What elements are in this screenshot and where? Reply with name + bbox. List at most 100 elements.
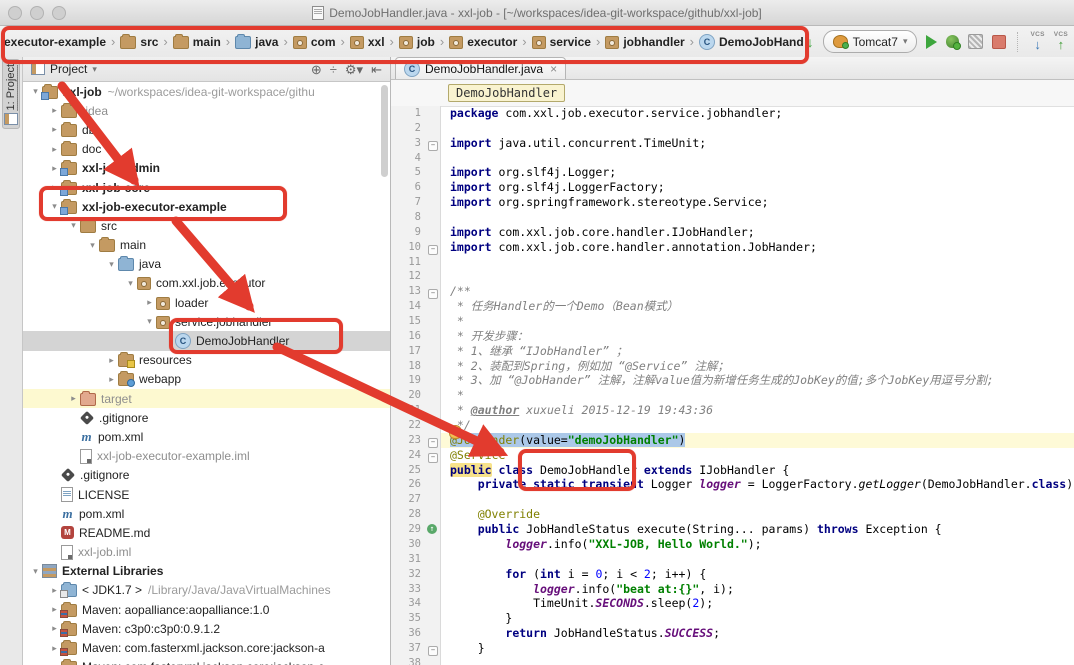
overriding-method-icon[interactable]: ↑ xyxy=(427,524,437,534)
breadcrumb-item-service[interactable]: service xyxy=(530,34,593,50)
tree-item-target[interactable]: ▸target xyxy=(23,389,390,408)
stop-button[interactable] xyxy=(992,35,1006,49)
code-line-24[interactable]: 24−@Service xyxy=(391,448,1074,463)
tree-expand-arrow-icon[interactable]: ▾ xyxy=(124,278,137,289)
code-line-17[interactable]: 17 * 1、继承 “IJobHandler” ； xyxy=(391,344,1074,359)
tree-item-src[interactable]: ▾src xyxy=(23,216,390,235)
coverage-button[interactable] xyxy=(968,34,983,49)
vcs-commit-button[interactable]: VCS ↑ xyxy=(1054,32,1068,52)
code-line-18[interactable]: 18 * 2、装配到Spring，例如加 “@Service” 注解； xyxy=(391,359,1074,374)
tree-item-demojobhandler[interactable]: DemoJobHandler xyxy=(23,331,390,350)
code-line-33[interactable]: 33 logger.info("beat at:{}", i); xyxy=(391,582,1074,597)
hide-panel-icon[interactable]: ⇤ xyxy=(371,63,382,76)
code-line-29[interactable]: 29↑ public JobHandleStatus execute(Strin… xyxy=(391,522,1074,537)
code-line-8[interactable]: 8 xyxy=(391,210,1074,225)
tree-item-license[interactable]: LICENSE xyxy=(23,485,390,504)
tree-item-resources[interactable]: ▸resources xyxy=(23,351,390,370)
code-line-4[interactable]: 4 xyxy=(391,151,1074,166)
debug-button[interactable] xyxy=(946,35,959,48)
tree-expand-arrow-icon[interactable]: ▸ xyxy=(48,124,61,135)
code-line-20[interactable]: 20 * xyxy=(391,388,1074,403)
tree-expand-arrow-icon[interactable]: ▾ xyxy=(143,316,156,327)
tree-scrollbar-thumb[interactable] xyxy=(381,85,388,177)
code-line-3[interactable]: 3−import java.util.concurrent.TimeUnit; xyxy=(391,136,1074,151)
breadcrumb-item-xxl[interactable]: xxl xyxy=(348,34,387,50)
code-line-35[interactable]: 35 } xyxy=(391,611,1074,626)
tree-item-readme-md[interactable]: README.md xyxy=(23,523,390,542)
tree-expand-arrow-icon[interactable]: ▸ xyxy=(143,297,156,308)
code-line-5[interactable]: 5import org.slf4j.Logger; xyxy=(391,165,1074,180)
fold-region-icon[interactable]: − xyxy=(428,141,438,151)
tree-item-xxl-job[interactable]: ▾xxl-job~/workspaces/idea-git-workspace/… xyxy=(23,82,390,101)
tree-item-xxl-job-iml[interactable]: xxl-job.iml xyxy=(23,543,390,562)
tree-item-main[interactable]: ▾main xyxy=(23,236,390,255)
code-line-12[interactable]: 12 xyxy=(391,269,1074,284)
tree-item-maven-aopalliance-aopalliance-1-0[interactable]: ▸Maven: aopalliance:aopalliance:1.0 xyxy=(23,600,390,619)
code-line-10[interactable]: 10−import com.xxl.job.core.handler.annot… xyxy=(391,240,1074,255)
code-line-21[interactable]: 21 * @author xuxueli 2015-12-19 19:43:36 xyxy=(391,403,1074,418)
tree-item-service-jobhandler[interactable]: ▾service.jobhandler xyxy=(23,312,390,331)
project-tool-window-tab[interactable]: 1: Project xyxy=(2,59,20,129)
code-line-14[interactable]: 14 * 任务Handler的一个Demo（Bean模式） xyxy=(391,299,1074,314)
tree-item-db[interactable]: ▸db xyxy=(23,120,390,139)
code-line-2[interactable]: 2 xyxy=(391,121,1074,136)
breadcrumb-item-com[interactable]: com xyxy=(291,34,338,50)
code-line-31[interactable]: 31 xyxy=(391,552,1074,567)
tree-expand-arrow-icon[interactable]: ▸ xyxy=(105,355,118,366)
tree-item--idea[interactable]: ▸.idea xyxy=(23,101,390,120)
code-line-13[interactable]: 13−/** xyxy=(391,284,1074,299)
code-line-36[interactable]: 36 return JobHandleStatus.SUCCESS; xyxy=(391,626,1074,641)
close-tab-icon[interactable]: × xyxy=(550,62,557,76)
tree-item-java[interactable]: ▾java xyxy=(23,255,390,274)
breadcrumb-item-main[interactable]: main xyxy=(171,34,223,50)
code-line-6[interactable]: 6import org.slf4j.LoggerFactory; xyxy=(391,180,1074,195)
breadcrumb-item-executor[interactable]: executor xyxy=(447,34,519,50)
breadcrumb-item-jobhandler[interactable]: jobhandler xyxy=(603,34,686,50)
fold-region-icon[interactable]: − xyxy=(428,289,438,299)
intention-bulb-icon[interactable] xyxy=(449,425,462,439)
breadcrumb-item-src[interactable]: src xyxy=(118,34,160,50)
tree-item-xxl-job-admin[interactable]: ▸xxl-job-admin xyxy=(23,159,390,178)
breadcrumb-item-executor-example[interactable]: executor-example xyxy=(2,34,108,50)
code-line-11[interactable]: 11 xyxy=(391,255,1074,270)
tree-item-xxl-job-executor-example[interactable]: ▾xxl-job-executor-example xyxy=(23,197,390,216)
code-line-26[interactable]: 26 private static transient Logger logge… xyxy=(391,477,1074,492)
tree-expand-arrow-icon[interactable]: ▸ xyxy=(48,144,61,155)
tree-expand-arrow-icon[interactable]: ▸ xyxy=(105,374,118,385)
code-line-25[interactable]: 25public class DemoJobHandler extends IJ… xyxy=(391,463,1074,478)
breadcrumb-item-demojobhandler[interactable]: DemoJobHandler xyxy=(697,33,804,51)
code-editor[interactable]: 1package com.xxl.job.executor.service.jo… xyxy=(391,106,1074,665)
code-line-38[interactable]: 38 xyxy=(391,656,1074,665)
code-line-16[interactable]: 16 * 开发步骤： xyxy=(391,329,1074,344)
collapse-all-icon[interactable]: ÷ xyxy=(330,63,337,76)
scroll-down-icon[interactable]: ↓ xyxy=(807,35,814,49)
breadcrumb-item-java[interactable]: java xyxy=(233,34,280,50)
code-line-27[interactable]: 27 xyxy=(391,492,1074,507)
code-line-7[interactable]: 7import org.springframework.stereotype.S… xyxy=(391,195,1074,210)
tree-expand-arrow-icon[interactable]: ▾ xyxy=(67,220,80,231)
tree-expand-arrow-icon[interactable]: ▾ xyxy=(29,566,42,577)
fold-region-icon[interactable]: − xyxy=(428,438,438,448)
code-line-32[interactable]: 32 for (int i = 0; i < 2; i++) { xyxy=(391,567,1074,582)
code-line-1[interactable]: 1package com.xxl.job.executor.service.jo… xyxy=(391,106,1074,121)
tree-item--jdk1-7-[interactable]: ▸< JDK1.7 >/Library/Java/JavaVirtualMach… xyxy=(23,581,390,600)
tree-item--gitignore[interactable]: .gitignore xyxy=(23,466,390,485)
tree-item-loader[interactable]: ▸loader xyxy=(23,293,390,312)
tree-expand-arrow-icon[interactable]: ▸ xyxy=(48,105,61,116)
tree-item-doc[interactable]: ▸doc xyxy=(23,140,390,159)
code-line-34[interactable]: 34 TimeUnit.SECONDS.sleep(2); xyxy=(391,596,1074,611)
run-button[interactable] xyxy=(926,35,937,49)
code-line-9[interactable]: 9import com.xxl.job.core.handler.IJobHan… xyxy=(391,225,1074,240)
code-line-37[interactable]: 37− } xyxy=(391,641,1074,656)
tree-item-xxl-job-executor-example-iml[interactable]: xxl-job-executor-example.iml xyxy=(23,447,390,466)
code-line-30[interactable]: 30 logger.info("XXL-JOB, Hello World."); xyxy=(391,537,1074,552)
fold-region-icon[interactable]: − xyxy=(428,453,438,463)
tree-expand-arrow-icon[interactable]: ▾ xyxy=(86,240,99,251)
view-selector-caret-icon[interactable]: ▾ xyxy=(92,64,97,75)
fold-region-icon[interactable]: − xyxy=(428,646,438,656)
code-line-22[interactable]: 22 */ xyxy=(391,418,1074,433)
tree-item-pom-xml[interactable]: pom.xml xyxy=(23,427,390,446)
run-configuration-select[interactable]: Tomcat7 ▾ xyxy=(823,30,918,53)
fold-region-icon[interactable]: − xyxy=(428,245,438,255)
tree-expand-arrow-icon[interactable]: ▸ xyxy=(67,393,80,404)
